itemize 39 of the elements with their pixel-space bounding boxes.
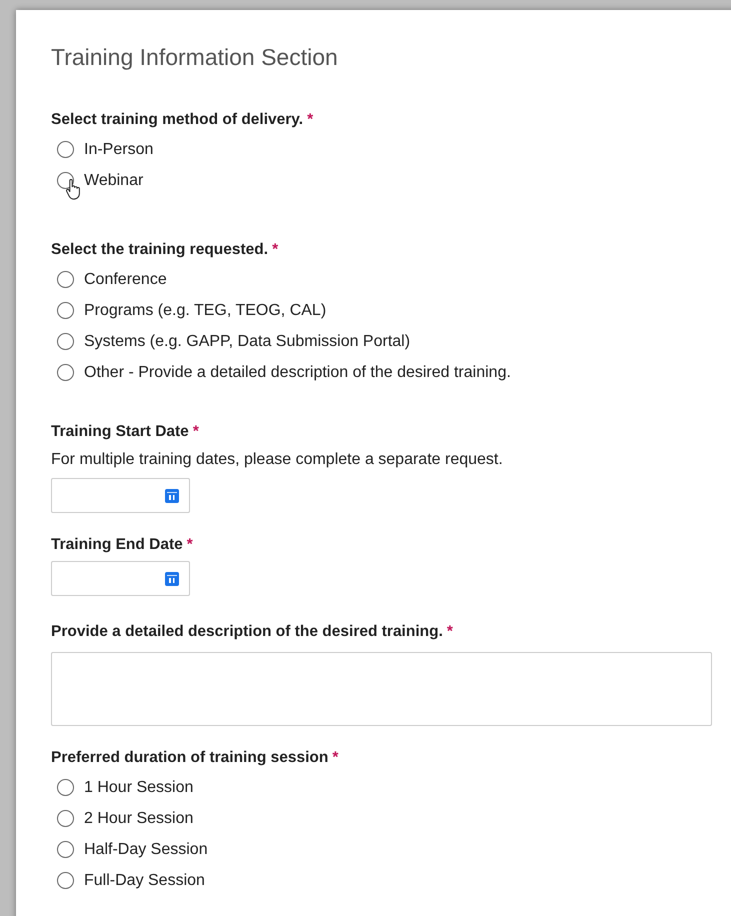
radio-button[interactable] (57, 333, 74, 350)
radio-label[interactable]: Conference (84, 268, 167, 292)
radio-label[interactable]: 1 Hour Session (84, 776, 194, 800)
required-mark: * (446, 622, 453, 642)
radio-label[interactable]: Other - Provide a detailed description of the desired training. (84, 360, 511, 384)
question-label: Training Start Date (51, 422, 189, 442)
radio-label[interactable]: In-Person (84, 138, 154, 162)
required-mark: * (192, 422, 199, 442)
date-field[interactable] (51, 478, 190, 513)
radio-button[interactable] (57, 779, 74, 796)
required-mark: * (332, 748, 338, 768)
radio-label[interactable]: Webinar (84, 168, 144, 192)
required-mark: * (307, 110, 314, 130)
question-label: Training End Date (51, 535, 183, 555)
radio-label[interactable]: 2 Hour Session (84, 806, 194, 830)
calendar-icon[interactable] (165, 572, 179, 586)
date-field[interactable] (51, 561, 190, 596)
radio-label[interactable]: Half-Day Session (84, 838, 208, 862)
radio-button[interactable] (57, 271, 74, 288)
hand-pointer-icon (65, 179, 81, 200)
radio-button[interactable] (57, 810, 74, 827)
question-label: Select training method of delivery. (51, 110, 304, 130)
radio-label[interactable]: Full-Day Session (84, 868, 205, 892)
question-label: Select the training requested. (51, 240, 268, 260)
calendar-icon[interactable] (165, 488, 179, 502)
question-label: Provide a detailed description of the desired training. (51, 622, 443, 642)
radio-button[interactable] (57, 872, 74, 889)
radio-button[interactable] (57, 841, 74, 858)
help-text: For multiple training dates, please complete a separate request. (51, 450, 504, 470)
radio-label[interactable]: Programs (e.g. TEG, TEOG, CAL) (84, 298, 326, 322)
required-mark: * (272, 240, 278, 260)
section-title: Training Information Section (51, 43, 339, 72)
radio-button[interactable] (57, 141, 74, 158)
question-label: Preferred duration of training session (51, 748, 328, 768)
description-field[interactable] (51, 652, 712, 726)
required-mark: * (186, 535, 193, 555)
radio-button[interactable] (57, 302, 74, 319)
radio-label[interactable]: Systems (e.g. GAPP, Data Submission Portal) (84, 330, 410, 354)
radio-button[interactable] (57, 364, 74, 381)
